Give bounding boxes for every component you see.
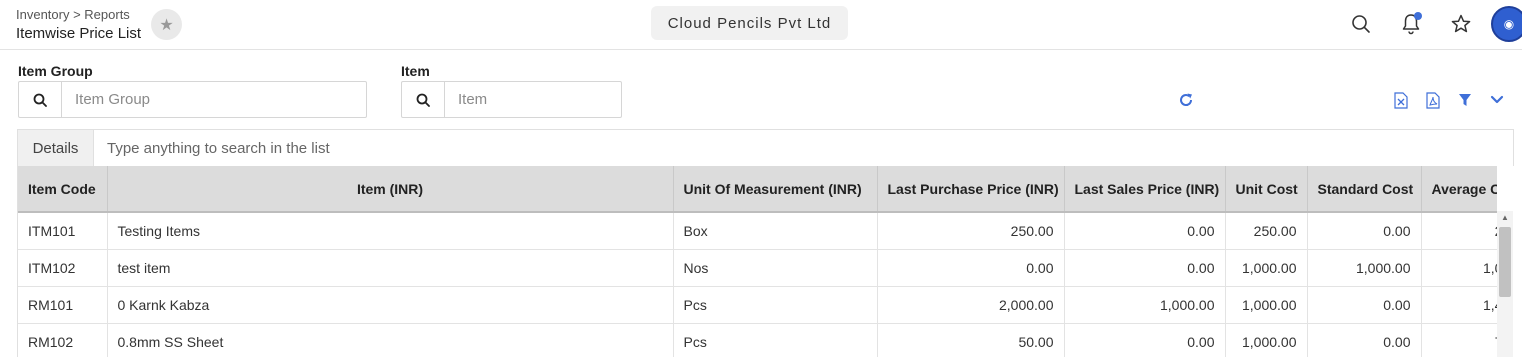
user-avatar-icon: ◉ — [1503, 17, 1515, 31]
cell-item: test item — [107, 249, 674, 287]
cell-uom: Box — [673, 212, 878, 250]
cell-last-sales-price: 1,000.00 — [1064, 286, 1226, 324]
search-icon — [416, 93, 430, 107]
item-filter — [401, 81, 622, 118]
favorite-button[interactable]: ★ — [151, 9, 182, 40]
star-outline-icon — [1451, 14, 1471, 33]
cell-item-code: RM102 — [18, 323, 108, 357]
cell-unit-cost: 1,000.00 — [1225, 249, 1308, 287]
item-group-filter — [18, 81, 367, 118]
export-pdf-button[interactable] — [1423, 90, 1443, 110]
column-header-standard-cost[interactable]: Standard Cost — [1307, 166, 1422, 213]
item-label: Item — [401, 63, 430, 79]
cell-average-cost: 250.00 — [1421, 212, 1497, 250]
search-icon — [1352, 15, 1370, 33]
cell-last-purchase-price: 50.00 — [877, 323, 1065, 357]
cell-item: 0.8mm SS Sheet — [107, 323, 674, 357]
cell-last-sales-price: 0.00 — [1064, 212, 1226, 250]
list-search-input[interactable] — [94, 130, 1513, 166]
scroll-up-arrow-icon[interactable]: ▲ — [1501, 213, 1509, 222]
cell-item-code: RM101 — [18, 286, 108, 324]
collapse-button[interactable] — [1487, 90, 1507, 110]
star-icon: ★ — [159, 16, 174, 34]
starred-button[interactable] — [1449, 12, 1473, 36]
cell-item-code: ITM101 — [18, 212, 108, 250]
export-excel-button[interactable] — [1391, 90, 1411, 110]
cell-average-cost: 771.43 — [1421, 323, 1497, 357]
column-header-unit-cost[interactable]: Unit Cost — [1225, 166, 1308, 213]
breadcrumb[interactable]: Inventory > Reports — [16, 7, 130, 22]
column-header-average-cost[interactable]: Average Cost — [1421, 166, 1497, 213]
tab-details[interactable]: Details — [18, 130, 94, 166]
cell-item: Testing Items — [107, 212, 674, 250]
cell-item-code: ITM102 — [18, 249, 108, 287]
filter-icon — [1459, 94, 1471, 106]
refresh-icon — [1180, 93, 1193, 106]
table-header-row: Item Code Item (INR) Unit Of Measurement… — [18, 166, 1497, 213]
cell-last-sales-price: 0.00 — [1064, 323, 1226, 357]
cell-last-purchase-price: 0.00 — [877, 249, 1065, 287]
notification-badge — [1414, 12, 1422, 20]
company-name[interactable]: Cloud Pencils Pvt Ltd — [651, 6, 848, 40]
search-button[interactable] — [1349, 12, 1373, 36]
column-header-item-code[interactable]: Item Code — [18, 166, 108, 213]
item-group-input[interactable] — [62, 82, 362, 117]
cell-last-purchase-price: 2,000.00 — [877, 286, 1065, 324]
search-icon — [33, 93, 47, 107]
item-group-label: Item Group — [18, 63, 93, 79]
cell-uom: Nos — [673, 249, 878, 287]
item-group-search-button[interactable] — [19, 82, 62, 117]
cell-unit-cost: 1,000.00 — [1225, 323, 1308, 357]
excel-icon — [1394, 91, 1408, 109]
top-bar: Inventory > Reports Itemwise Price List … — [0, 0, 1522, 50]
column-header-uom[interactable]: Unit Of Measurement (INR) — [673, 166, 878, 213]
column-header-item[interactable]: Item (INR) — [107, 166, 674, 213]
column-header-last-sales-price[interactable]: Last Sales Price (INR) — [1064, 166, 1226, 213]
notifications-button[interactable] — [1399, 12, 1423, 36]
table-row[interactable]: ITM101 Testing Items Box 250.00 0.00 250… — [18, 212, 1497, 250]
avatar[interactable]: ◉ — [1491, 6, 1522, 42]
cell-average-cost: 1,444.44 — [1421, 286, 1497, 324]
list-search-bar: Details — [17, 129, 1514, 166]
table-scrollbar[interactable]: ▲ — [1497, 211, 1513, 357]
column-header-last-purchase-price[interactable]: Last Purchase Price (INR) — [877, 166, 1065, 213]
cell-standard-cost: 0.00 — [1307, 212, 1422, 250]
item-search-button[interactable] — [402, 82, 445, 117]
scrollbar-thumb[interactable] — [1499, 227, 1511, 297]
table-row[interactable]: RM102 0.8mm SS Sheet Pcs 50.00 0.00 1,00… — [18, 323, 1497, 357]
cell-uom: Pcs — [673, 323, 878, 357]
chevron-down-icon — [1490, 95, 1504, 104]
cell-standard-cost: 0.00 — [1307, 323, 1422, 357]
cell-standard-cost: 1,000.00 — [1307, 249, 1422, 287]
cell-standard-cost: 0.00 — [1307, 286, 1422, 324]
table-row[interactable]: ITM102 test item Nos 0.00 0.00 1,000.00 … — [18, 249, 1497, 287]
cell-average-cost: 1,000.00 — [1421, 249, 1497, 287]
pdf-icon — [1426, 91, 1440, 109]
refresh-button[interactable] — [1176, 90, 1196, 110]
price-list-table: Item Code Item (INR) Unit Of Measurement… — [17, 166, 1497, 357]
page-title: Itemwise Price List — [16, 25, 142, 42]
cell-uom: Pcs — [673, 286, 878, 324]
cell-unit-cost: 250.00 — [1225, 212, 1308, 250]
cell-unit-cost: 1,000.00 — [1225, 286, 1308, 324]
table-row[interactable]: RM101 0 Karnk Kabza Pcs 2,000.00 1,000.0… — [18, 286, 1497, 324]
cell-last-purchase-price: 250.00 — [877, 212, 1065, 250]
cell-item: 0 Karnk Kabza — [107, 286, 674, 324]
cell-last-sales-price: 0.00 — [1064, 249, 1226, 287]
filter-button[interactable] — [1455, 90, 1475, 110]
item-input[interactable] — [445, 82, 615, 117]
